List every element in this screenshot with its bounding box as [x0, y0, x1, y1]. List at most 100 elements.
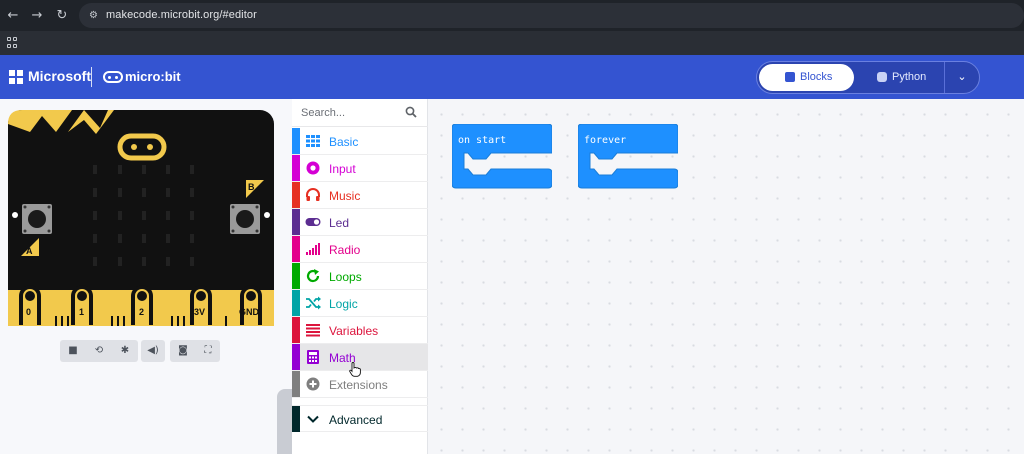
category-loops[interactable]: Loops — [292, 263, 428, 290]
reload-icon[interactable]: ↻ — [54, 8, 70, 24]
forever-block[interactable]: forever — [578, 124, 678, 190]
mute-icon[interactable]: ◀) — [141, 340, 165, 362]
pin-1-label: 1 — [79, 307, 84, 317]
logo-eye — [131, 144, 137, 150]
led — [166, 257, 170, 266]
led — [142, 257, 146, 266]
led — [190, 211, 194, 220]
pin-0-label: 0 — [26, 307, 31, 317]
brand-label[interactable]: Microsoft — [28, 68, 91, 84]
category-input[interactable]: Input — [292, 155, 428, 182]
site-settings-icon[interactable]: ⚙ — [87, 9, 100, 22]
led — [190, 234, 194, 243]
category-color-bar — [292, 182, 300, 208]
pin-1[interactable] — [71, 285, 93, 325]
chevron-down-icon[interactable]: ⌄ — [954, 70, 970, 84]
category-logic[interactable]: Logic — [292, 290, 428, 317]
category-color-bar — [292, 128, 300, 154]
shuffle-icon — [306, 296, 321, 310]
category-label: Logic — [329, 297, 358, 311]
led — [118, 211, 122, 220]
category-label: Advanced — [329, 413, 383, 427]
category-color-bar — [292, 209, 300, 235]
category-color-bar — [292, 344, 300, 370]
pin-2-label: 2 — [139, 307, 144, 317]
python-icon — [877, 72, 887, 82]
toolbox: Basic Input Music Led Radio Loops — [292, 99, 428, 454]
category-color-bar — [292, 406, 300, 432]
browser-toolbar: ← → ↻ ⚙ makecode.microbit.org/#editor — [0, 0, 1024, 31]
led — [190, 257, 194, 266]
led — [190, 165, 194, 174]
pin-gnd[interactable] — [240, 285, 262, 325]
fullscreen-icon[interactable]: ⛶ — [196, 340, 220, 362]
python-toggle-label: Python — [892, 71, 927, 83]
button-a-label: A — [26, 246, 33, 256]
signal-icon — [306, 243, 320, 255]
on-start-block[interactable]: on start — [452, 124, 552, 190]
led — [166, 188, 170, 197]
led — [118, 188, 122, 197]
led — [93, 257, 97, 266]
simulator-panel: A B 0 1 2 3V GND ■ ⟲ ✱ ◀) ◙ ⛶ — [0, 99, 292, 454]
toolbox-search — [292, 99, 428, 127]
toggle-divider — [944, 62, 945, 93]
category-label: Basic — [329, 135, 359, 149]
pin-0[interactable] — [19, 285, 41, 325]
category-color-bar — [292, 155, 300, 181]
microbit-logo-icon — [103, 71, 123, 83]
blocks-toggle-label: Blocks — [800, 71, 833, 83]
microsoft-logo-icon — [9, 70, 23, 84]
blocks-workspace[interactable]: on start forever — [428, 99, 1024, 454]
logo-eye — [147, 144, 153, 150]
search-icon[interactable] — [405, 106, 417, 118]
led — [142, 165, 146, 174]
chevron-down-icon — [307, 415, 319, 423]
search-input[interactable] — [301, 104, 401, 122]
puzzle-icon — [785, 72, 795, 82]
category-radio[interactable]: Radio — [292, 236, 428, 263]
plus-circle-icon — [306, 377, 320, 391]
makecode-header: Microsoft micro:bit Blocks Python ⌄ — [0, 55, 1024, 99]
stop-icon[interactable]: ■ — [60, 340, 86, 362]
pin-2[interactable] — [131, 285, 153, 325]
input-icon — [306, 161, 320, 175]
blocks-toggle-button[interactable]: Blocks — [759, 64, 854, 91]
category-variables[interactable]: Variables — [292, 317, 428, 344]
category-color-bar — [292, 371, 300, 397]
led — [118, 165, 122, 174]
led — [93, 211, 97, 220]
apps-icon[interactable] — [7, 37, 18, 48]
category-music[interactable]: Music — [292, 182, 428, 209]
category-led[interactable]: Led — [292, 209, 428, 236]
debug-icon[interactable]: ✱ — [112, 340, 138, 362]
restart-icon[interactable]: ⟲ — [86, 340, 112, 362]
pin-3v[interactable] — [190, 285, 212, 325]
led — [190, 188, 194, 197]
forward-icon[interactable]: → — [29, 8, 45, 24]
category-color-bar — [292, 263, 300, 289]
button-b-indicator — [264, 212, 270, 218]
category-advanced[interactable]: Advanced — [292, 405, 428, 432]
hand-cursor-icon — [349, 362, 361, 377]
microbit-board[interactable]: A B 0 1 2 3V GND — [8, 110, 276, 328]
url-text[interactable]: makecode.microbit.org/#editor — [106, 9, 257, 21]
screenshot-icon[interactable]: ◙ — [170, 340, 196, 362]
address-bar[interactable]: ⚙ makecode.microbit.org/#editor — [79, 3, 1024, 28]
forever-label: forever — [584, 135, 626, 146]
button-b[interactable] — [230, 204, 260, 234]
product-label[interactable]: micro:bit — [125, 69, 181, 84]
category-basic[interactable]: Basic — [292, 128, 428, 155]
led — [93, 188, 97, 197]
led — [142, 211, 146, 220]
button-b-label: B — [248, 182, 255, 192]
panel-scrollbar[interactable] — [277, 389, 292, 454]
category-label: Radio — [329, 243, 361, 257]
pin-gnd-label: GND — [239, 307, 260, 317]
led — [142, 234, 146, 243]
python-toggle-button[interactable]: Python — [860, 64, 940, 91]
led — [93, 165, 97, 174]
category-label: Music — [329, 189, 361, 203]
back-icon[interactable]: ← — [5, 8, 21, 24]
button-a[interactable] — [22, 204, 52, 234]
